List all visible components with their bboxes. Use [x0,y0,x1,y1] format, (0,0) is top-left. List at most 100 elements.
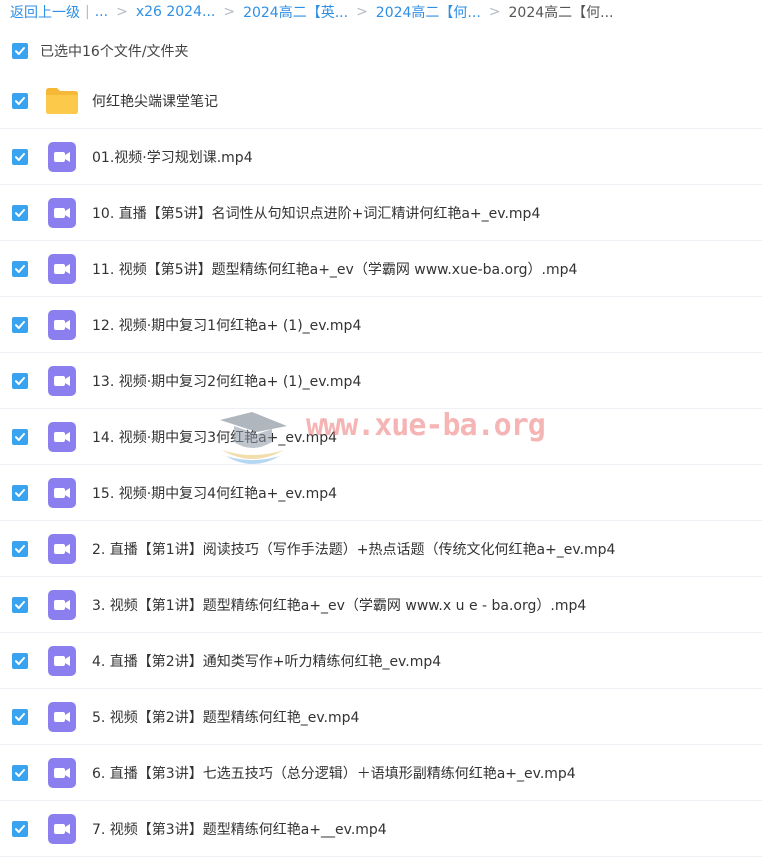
file-row[interactable]: 何红艳尖端课堂笔记 [0,73,762,129]
breadcrumb-separator: > [116,4,128,20]
file-checkbox[interactable] [12,540,28,557]
file-row[interactable]: 2. 直播【第1讲】阅读技巧（写作手法题）+热点话题（传统文化何红艳a+_ev.… [0,521,762,577]
video-icon [48,533,76,564]
video-icon-wrap [46,309,78,341]
file-row[interactable]: 14. 视频·期中复习3何红艳a+_ev.mp4 [0,409,762,465]
video-icon [48,701,76,732]
check-icon [15,544,25,553]
file-name[interactable]: 何红艳尖端课堂笔记 [92,91,218,111]
file-name[interactable]: 3. 视频【第1讲】题型精练何红艳a+_ev（学霸网 www.x u e - b… [92,595,586,615]
file-checkbox[interactable] [12,652,28,669]
file-row[interactable]: 12. 视频·期中复习1何红艳a+ (1)_ev.mp4 [0,297,762,353]
video-icon-wrap [46,813,78,845]
video-icon [48,141,76,172]
file-checkbox[interactable] [12,148,28,165]
check-icon [15,656,25,665]
file-row[interactable]: 3. 视频【第1讲】题型精练何红艳a+_ev（学霸网 www.x u e - b… [0,577,762,633]
breadcrumb-divider: | [85,4,90,20]
check-icon [15,47,25,55]
select-all-checkbox[interactable] [12,43,28,59]
check-icon [15,600,25,609]
file-checkbox[interactable] [12,820,28,837]
file-checkbox[interactable] [12,428,28,445]
check-icon [15,488,25,497]
file-name[interactable]: 13. 视频·期中复习2何红艳a+ (1)_ev.mp4 [92,371,361,391]
file-checkbox[interactable] [12,764,28,781]
file-row[interactable]: 4. 直播【第2讲】通知类写作+听力精练何红艳_ev.mp4 [0,633,762,689]
check-icon [15,320,25,329]
check-icon [15,712,25,721]
check-icon [15,376,25,385]
video-icon-wrap [46,141,78,173]
breadcrumb-separator: > [356,4,368,20]
video-icon [48,197,76,228]
file-checkbox[interactable] [12,708,28,725]
file-name[interactable]: 6. 直播【第3讲】七选五技巧（总分逻辑）＋语填形副精练何红艳a+_ev.mp4 [92,763,576,783]
file-checkbox[interactable] [12,372,28,389]
video-icon-wrap [46,645,78,677]
file-checkbox[interactable] [12,260,28,277]
file-checkbox[interactable] [12,92,28,109]
file-name[interactable]: 01.视频·学习规划课.mp4 [92,147,253,167]
breadcrumb: 返回上一级 | ... > x26 2024... > 2024高二【英... … [10,0,762,24]
check-icon [15,432,25,441]
video-icon-wrap [46,421,78,453]
file-name[interactable]: 2. 直播【第1讲】阅读技巧（写作手法题）+热点话题（传统文化何红艳a+_ev.… [92,539,615,559]
breadcrumb-current: 2024高二【何... [508,5,614,21]
file-name[interactable]: 7. 视频【第3讲】题型精练何红艳a+__ev.mp4 [92,819,387,839]
file-name[interactable]: 11. 视频【第5讲】题型精练何红艳a+_ev（学霸网 www.xue-ba.o… [92,259,577,279]
breadcrumb-item[interactable]: x26 2024... [136,4,216,20]
file-checkbox[interactable] [12,204,28,221]
check-icon [15,152,25,161]
video-icon-wrap [46,589,78,621]
video-icon-wrap [46,253,78,285]
file-name[interactable]: 10. 直播【第5讲】名词性从句知识点进阶+词汇精讲何红艳a+_ev.mp4 [92,203,540,223]
check-icon [15,96,25,105]
video-icon-wrap [46,477,78,509]
folder-icon-wrap [46,85,78,117]
file-row[interactable]: 01.视频·学习规划课.mp4 [0,129,762,185]
video-icon [48,757,76,788]
file-row[interactable]: 6. 直播【第3讲】七选五技巧（总分逻辑）＋语填形副精练何红艳a+_ev.mp4 [0,745,762,801]
file-row[interactable]: 5. 视频【第2讲】题型精练何红艳_ev.mp4 [0,689,762,745]
check-icon [15,768,25,777]
selection-count: 已选中16个文件/文件夹 [40,44,189,60]
video-icon-wrap [46,197,78,229]
file-row[interactable]: 13. 视频·期中复习2何红艳a+ (1)_ev.mp4 [0,353,762,409]
file-name[interactable]: 14. 视频·期中复习3何红艳a+_ev.mp4 [92,427,337,447]
breadcrumb-separator: > [488,4,501,20]
file-name[interactable]: 15. 视频·期中复习4何红艳a+_ev.mp4 [92,483,337,503]
file-list: 何红艳尖端课堂笔记 01.视频·学习规划课.mp4 10. 直播【第5讲】名词性从句… [0,73,762,857]
file-row[interactable]: 11. 视频【第5讲】题型精练何红艳a+_ev（学霸网 www.xue-ba.o… [0,241,762,297]
video-icon [48,309,76,340]
breadcrumb-ellipsis[interactable]: ... [95,4,108,20]
breadcrumb-item[interactable]: 2024高二【英... [243,2,348,22]
video-icon [48,365,76,396]
video-icon [48,589,76,620]
file-checkbox[interactable] [12,596,28,613]
breadcrumb-separator: > [223,4,236,20]
file-checkbox[interactable] [12,316,28,333]
video-icon-wrap [46,701,78,733]
file-row[interactable]: 10. 直播【第5讲】名词性从句知识点进阶+词汇精讲何红艳a+_ev.mp4 [0,185,762,241]
file-row[interactable]: 15. 视频·期中复习4何红艳a+_ev.mp4 [0,465,762,521]
video-icon [48,813,76,844]
file-name[interactable]: 4. 直播【第2讲】通知类写作+听力精练何红艳_ev.mp4 [92,651,441,671]
breadcrumb-item[interactable]: 2024高二【何... [376,2,481,22]
folder-icon [46,87,78,114]
file-row[interactable]: 7. 视频【第3讲】题型精练何红艳a+__ev.mp4 [0,801,762,857]
file-name[interactable]: 5. 视频【第2讲】题型精练何红艳_ev.mp4 [92,707,359,727]
video-icon [48,253,76,284]
video-icon-wrap [46,533,78,565]
check-icon [15,824,25,833]
video-icon-wrap [46,365,78,397]
check-icon [15,264,25,273]
video-icon [48,421,76,452]
check-icon [15,208,25,217]
video-icon [48,645,76,676]
file-checkbox[interactable] [12,484,28,501]
video-icon [48,477,76,508]
file-name[interactable]: 12. 视频·期中复习1何红艳a+ (1)_ev.mp4 [92,315,361,335]
back-link[interactable]: 返回上一级 [10,2,80,22]
selection-bar: 已选中16个文件/文件夹 [0,36,762,66]
